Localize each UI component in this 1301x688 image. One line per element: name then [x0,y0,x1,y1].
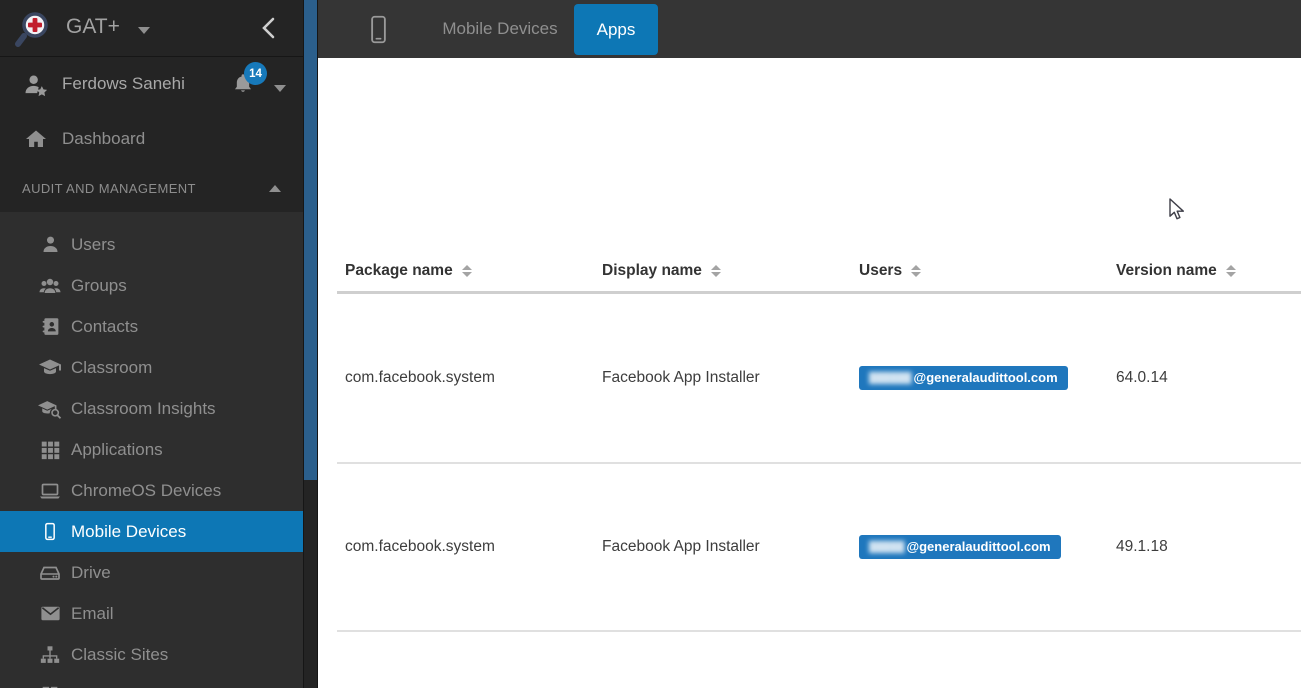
column-header-users[interactable]: Users [851,262,1108,280]
graduation-cap-icon [38,355,62,380]
gat-logo-icon [14,10,52,53]
user-dropdown-caret-icon [274,85,286,92]
column-label: Display name [602,262,702,279]
column-label: Package name [345,262,453,279]
sidebar-item-label: Dashboard [62,128,146,148]
cell-package-name: com.facebook.system [345,538,495,555]
sidebar-item-chromeos-devices[interactable]: ChromeOS Devices [0,470,303,511]
column-label: Version name [1116,262,1217,279]
mobile-device-icon [370,15,387,49]
user-star-icon [22,71,50,99]
main-content: Mobile Devices Apps Package name Display… [318,0,1301,688]
sidebar-item-label: Applications [71,439,163,459]
laptop-icon [38,479,62,503]
mobile-icon [38,520,62,543]
user-menu[interactable]: Ferdows Sanehi 14 [0,57,303,112]
user-name: Ferdows Sanehi [62,74,185,93]
section-label: AUDIT AND MANAGEMENT [22,181,196,196]
sidebar-item-label: Groups [71,275,127,295]
sidebar-item-dashboard[interactable]: Dashboard [0,112,303,165]
sidebar-item-label: Classroom Insights [71,398,216,418]
notification-count-badge[interactable]: 14 [244,62,267,85]
cell-users: █████ @generalaudittool.com [851,535,1108,559]
sort-icon [461,265,472,277]
sites-icon [38,685,62,688]
sidebar-item-classroom[interactable]: Classroom [0,347,303,388]
sidebar-header: GAT+ [0,0,303,57]
sidebar-item-partial[interactable] [0,675,303,688]
column-label: Users [859,262,903,279]
grid-icon [38,439,62,460]
user-email-chip[interactable]: ██████ @generalaudittool.com [859,366,1068,390]
cell-package-name: com.facebook.system [345,369,495,386]
sidebar-item-label: Contacts [71,316,139,336]
sidebar-item-groups[interactable]: Groups [0,265,303,306]
sidebar-item-label: Mobile Devices [71,521,187,541]
users-icon [38,274,62,298]
sort-icon [710,265,721,277]
sidebar-item-label: ChromeOS Devices [71,480,222,500]
email-domain: @generalaudittool.com [906,539,1051,554]
sidebar-item-label: Classroom [71,357,153,377]
sidebar-item-users[interactable]: Users [0,224,303,265]
cell-users: ██████ @generalaudittool.com [851,366,1108,390]
cell-display-name: Facebook App Installer [602,369,760,386]
table-row: com.facebook.system Facebook App Install… [337,294,1301,464]
user-icon [38,234,62,255]
tab-apps[interactable]: Apps [574,4,658,55]
sidebar-item-applications[interactable]: Applications [0,429,303,470]
brand-dropdown-caret-icon [138,27,150,34]
sidebar-item-label: Users [71,234,116,254]
sidebar-submenu: Users Groups Contacts Classroom Classroo… [0,212,303,688]
sidebar-item-email[interactable]: Email [0,593,303,634]
cell-version-name: 49.1.18 [1116,538,1168,555]
sidebar-item-mobile-devices[interactable]: Mobile Devices [0,511,303,552]
cell-version-name: 64.0.14 [1116,369,1168,386]
sidebar-item-label: Email [71,603,114,623]
table-header-row: Package name Display name Users Version … [337,262,1301,294]
drive-icon [38,561,62,585]
sidebar-collapse-button[interactable] [261,17,275,44]
section-collapse-caret-icon [269,185,281,192]
sitemap-icon [38,644,62,666]
sort-icon [1225,265,1236,277]
sidebar-section-audit-management[interactable]: AUDIT AND MANAGEMENT [0,165,303,212]
table-row: com.facebook.system Facebook App Install… [337,464,1301,632]
column-header-version-name[interactable]: Version name [1108,262,1301,280]
sidebar-item-classroom-insights[interactable]: Classroom Insights [0,388,303,429]
envelope-icon [38,602,62,625]
graduation-cap-search-icon [38,396,62,421]
tab-mobile-devices[interactable]: Mobile Devices [410,0,590,58]
redacted-username: ██████ [869,373,912,384]
email-domain: @generalaudittool.com [913,370,1058,385]
sidebar-item-label: Classic Sites [71,644,169,664]
cell-display-name: Facebook App Installer [602,538,760,555]
brand-title[interactable]: GAT+ [66,15,120,39]
apps-table: Package name Display name Users Version … [337,262,1301,632]
sidebar-scrollbar[interactable] [303,0,318,688]
redacted-username: █████ [869,542,905,553]
home-icon [24,127,48,151]
sort-icon [911,265,922,277]
sidebar-item-classic-sites[interactable]: Classic Sites [0,634,303,675]
column-header-package-name[interactable]: Package name [337,262,594,280]
sidebar-item-contacts[interactable]: Contacts [0,306,303,347]
sidebar-scrollbar-thumb[interactable] [304,0,317,480]
user-email-chip[interactable]: █████ @generalaudittool.com [859,535,1061,559]
column-header-display-name[interactable]: Display name [594,262,851,280]
topbar: Mobile Devices Apps [318,0,1301,58]
sidebar-item-drive[interactable]: Drive [0,552,303,593]
sidebar: GAT+ Ferdows Sanehi 14 Dashboard AUDIT A… [0,0,303,688]
address-book-icon [38,316,62,337]
sidebar-item-label: Drive [71,562,111,582]
